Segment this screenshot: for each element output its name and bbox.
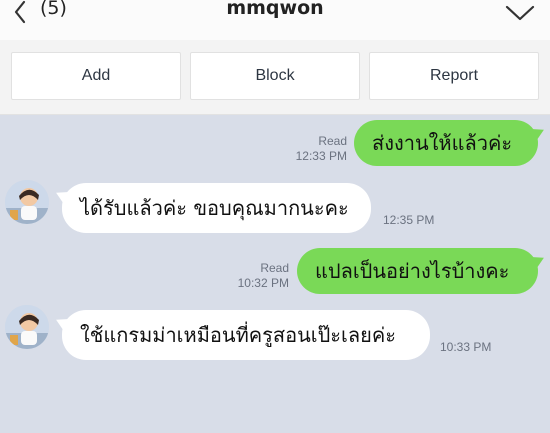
message-time: 10:32 PM xyxy=(237,276,289,290)
avatar[interactable] xyxy=(5,305,49,349)
block-button[interactable]: Block xyxy=(190,52,360,100)
message-time: 12:33 PM xyxy=(295,149,347,163)
incoming-message[interactable]: ได้รับแล้วค่ะ ขอบคุณมากนะคะ xyxy=(62,183,371,233)
action-bar: Add Block Report xyxy=(0,40,550,115)
message-meta: Read 12:33 PM xyxy=(296,134,347,164)
report-button[interactable]: Report xyxy=(369,52,539,100)
read-receipt: Read xyxy=(318,134,347,148)
outgoing-message[interactable]: ส่งงานให้แล้วค่ะ xyxy=(354,120,538,166)
chat-header: (5) mmqwon xyxy=(0,0,550,40)
avatar[interactable] xyxy=(5,180,49,224)
message-meta: Read 10:32 PM xyxy=(238,261,289,291)
chat-title: mmqwon xyxy=(226,0,324,19)
outgoing-message[interactable]: แปลเป็นอย่างไรบ้างคะ xyxy=(297,248,538,294)
chevron-down-icon[interactable] xyxy=(504,0,536,24)
avatar-photo-icon xyxy=(5,305,49,349)
message-time: 10:33 PM xyxy=(440,340,492,354)
read-receipt: Read xyxy=(260,261,289,275)
incoming-message[interactable]: ใช้แกรมม่าเหมือนที่ครูสอนเป๊ะเลยค่ะ xyxy=(62,310,430,360)
avatar-photo-icon xyxy=(5,180,49,224)
message-time: 12:35 PM xyxy=(383,213,435,227)
add-button[interactable]: Add xyxy=(11,52,181,100)
